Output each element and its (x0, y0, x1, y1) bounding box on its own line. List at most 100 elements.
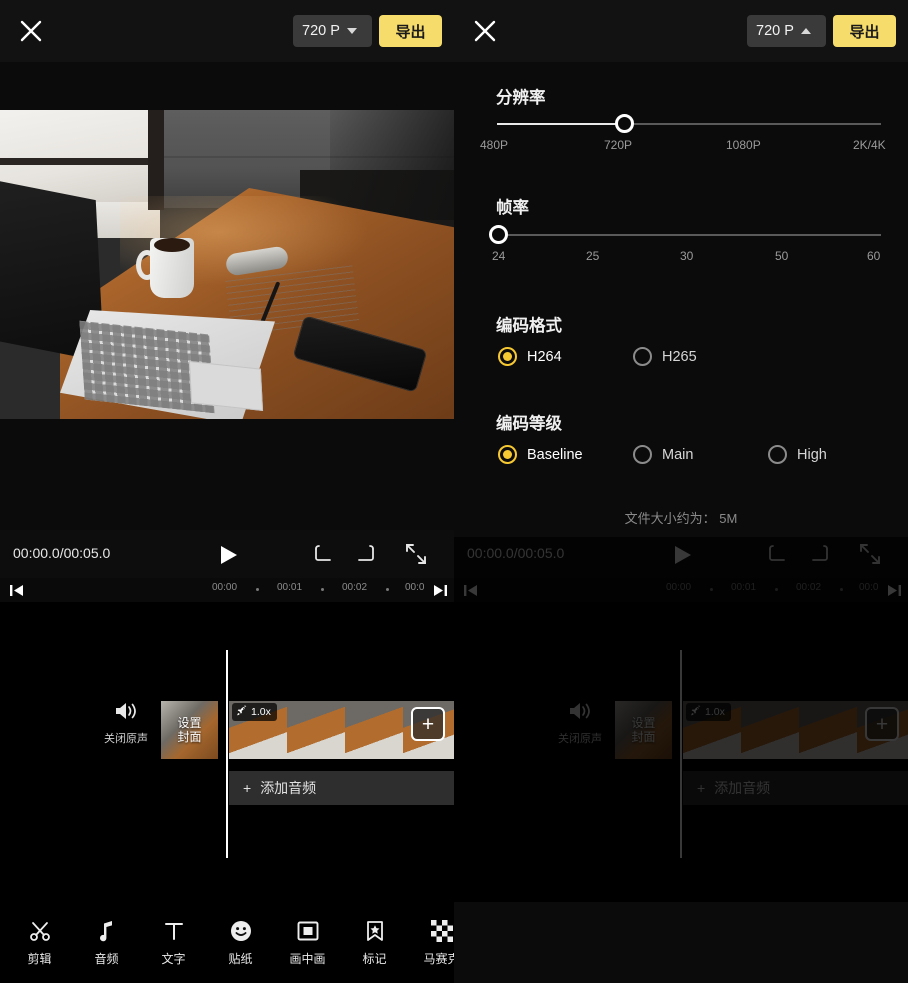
framerate-tick-30: 30 (680, 249, 694, 263)
tool-item-clip[interactable]: 剪辑 (6, 918, 73, 967)
estimated-file-size: 文件大小约为： 5M (624, 511, 738, 526)
framerate-slider-knob[interactable] (489, 225, 508, 244)
codec-section-title: 编码格式 (496, 317, 562, 335)
radio-selected-icon (498, 347, 517, 366)
skip-previous-icon-dimmed[interactable] (463, 583, 478, 603)
top-bar: 720 P 导出 (0, 0, 454, 62)
music-note-icon (94, 918, 120, 944)
export-button[interactable]: 导出 (833, 15, 896, 47)
play-icon[interactable] (216, 543, 240, 567)
skip-next-icon[interactable] (433, 583, 448, 603)
set-cover-line2: 封面 (177, 730, 202, 744)
video-preview[interactable] (0, 110, 454, 419)
tool-item-text[interactable]: 文字 (140, 918, 207, 967)
tool-label: 马赛克 (423, 952, 454, 966)
add-clip-button[interactable]: + (411, 707, 445, 741)
resolution-tick-2k4k: 2K/4K (853, 138, 886, 152)
tool-item-audio[interactable]: 音频 (73, 918, 140, 967)
player-controls: 00:00.0/00:05.0 (0, 530, 454, 578)
ruler-dot (775, 588, 778, 591)
bottom-toolbar[interactable]: 剪辑 音频 文字 贴纸 画中画 标记 马赛克 (0, 902, 454, 983)
add-clip-button-dimmed[interactable]: + (865, 707, 899, 741)
tool-item-pip[interactable]: 画中画 (274, 918, 341, 967)
speaker-icon (113, 703, 139, 726)
profile-radio-group[interactable]: Baseline Main High (498, 445, 827, 464)
player-controls-dimmed: 00:00.0/00:05.0 (454, 530, 908, 578)
playhead-dimmed[interactable] (680, 650, 682, 858)
add-audio-button-dimmed[interactable]: + 添加音频 (683, 771, 908, 805)
skip-previous-icon[interactable] (9, 583, 24, 603)
chevron-down-icon (346, 28, 357, 34)
redo-icon-dimmed[interactable] (806, 542, 832, 568)
fullscreen-icon[interactable] (404, 542, 430, 568)
clip-speed-badge-dimmed[interactable]: 1.0x (686, 703, 731, 721)
smiley-sticker-icon (228, 918, 254, 944)
mute-original-audio-button-dimmed[interactable]: 关闭原声 (554, 700, 606, 746)
profile-option-baseline[interactable]: Baseline (498, 445, 633, 464)
codec-option-h265[interactable]: H265 (633, 347, 697, 366)
close-icon[interactable] (15, 15, 47, 47)
playback-time-dimmed: 00:00.0/00:05.0 (467, 545, 565, 561)
skip-next-icon-dimmed[interactable] (887, 583, 902, 603)
playhead[interactable] (226, 650, 228, 858)
framerate-tick-50: 50 (775, 249, 789, 263)
framerate-slider-track[interactable] (497, 234, 881, 236)
export-button[interactable]: 导出 (379, 15, 442, 47)
resolution-select[interactable]: 720 P (747, 15, 826, 47)
tool-label: 标记 (362, 952, 387, 966)
set-cover-line1-dimmed: 设置 (631, 716, 656, 730)
mute-original-audio-button[interactable]: 关闭原声 (100, 700, 152, 746)
codec-radio-group[interactable]: H264 H265 (498, 347, 697, 366)
clip-speed-label-dimmed: 1.0x (705, 706, 725, 718)
profile-option-high[interactable]: High (768, 445, 827, 464)
radio-unselected-icon (768, 445, 787, 464)
ruler-dot (386, 588, 389, 591)
resolution-select[interactable]: 720 P (293, 15, 372, 47)
tool-item-sticker[interactable]: 贴纸 (207, 918, 274, 967)
close-icon[interactable] (469, 15, 501, 47)
profile-option-main[interactable]: Main (633, 445, 768, 464)
ruler-tick: 00:0 (405, 582, 425, 593)
chevron-up-icon (800, 28, 811, 34)
redo-icon[interactable] (352, 542, 378, 568)
clip-thumbnail (741, 701, 799, 759)
ruler-tick: 00:02 (342, 582, 368, 593)
mosaic-icon (429, 918, 455, 944)
set-cover-button[interactable]: 设置 封面 (161, 701, 218, 759)
timeline-ruler[interactable]: 00:00 00:01 00:02 00:0 (0, 578, 454, 602)
resolution-section-title: 分辨率 (496, 89, 546, 107)
tool-label: 文字 (161, 952, 186, 966)
ruler-tick: 00:0 (859, 582, 879, 593)
resolution-slider-knob[interactable] (615, 114, 634, 133)
profile-option-label: Baseline (527, 446, 583, 463)
scissors-icon (27, 918, 53, 944)
ruler-dot (256, 588, 259, 591)
tool-item-mosaic[interactable]: 马赛克 (408, 918, 454, 967)
resolution-tick-720p: 720P (604, 138, 633, 152)
profile-option-label: High (797, 446, 827, 463)
clip-thumbnail (287, 701, 345, 759)
ruler-dot (710, 588, 713, 591)
timeline-ruler-dimmed[interactable]: 00:00 00:01 00:02 00:0 (454, 578, 908, 602)
fullscreen-icon-dimmed[interactable] (858, 542, 884, 568)
tool-item-marker[interactable]: 标记 (341, 918, 408, 967)
add-audio-button[interactable]: + 添加音频 (229, 771, 454, 805)
play-icon-dimmed[interactable] (670, 543, 694, 567)
rocket-icon (236, 704, 248, 720)
tool-label: 剪辑 (27, 952, 52, 966)
codec-option-h264[interactable]: H264 (498, 347, 633, 366)
app-screenshot: 720 P 导出 00:00.0/00:05.0 00:00 00:01 00:… (0, 0, 908, 983)
codec-option-label: H264 (527, 348, 562, 365)
set-cover-line2-dimmed: 封面 (631, 730, 656, 744)
add-audio-label-dimmed: 添加音频 (714, 780, 771, 796)
set-cover-label: 设置 封面 (161, 701, 218, 759)
undo-icon[interactable] (311, 542, 337, 568)
undo-icon-dimmed[interactable] (765, 542, 791, 568)
ruler-tick: 00:01 (731, 582, 757, 593)
resolution-tick-1080p: 1080P (726, 138, 761, 152)
export-settings-panel: 720 P 导出 分辨率 480P 720P 1080P 2K/4K 帧率 24 (454, 0, 908, 537)
set-cover-button-dimmed[interactable]: 设置 封面 (615, 701, 672, 759)
clip-speed-badge[interactable]: 1.0x (232, 703, 277, 721)
mute-original-audio-label-dimmed: 关闭原声 (558, 733, 602, 745)
resolution-slider-track[interactable] (497, 123, 881, 125)
